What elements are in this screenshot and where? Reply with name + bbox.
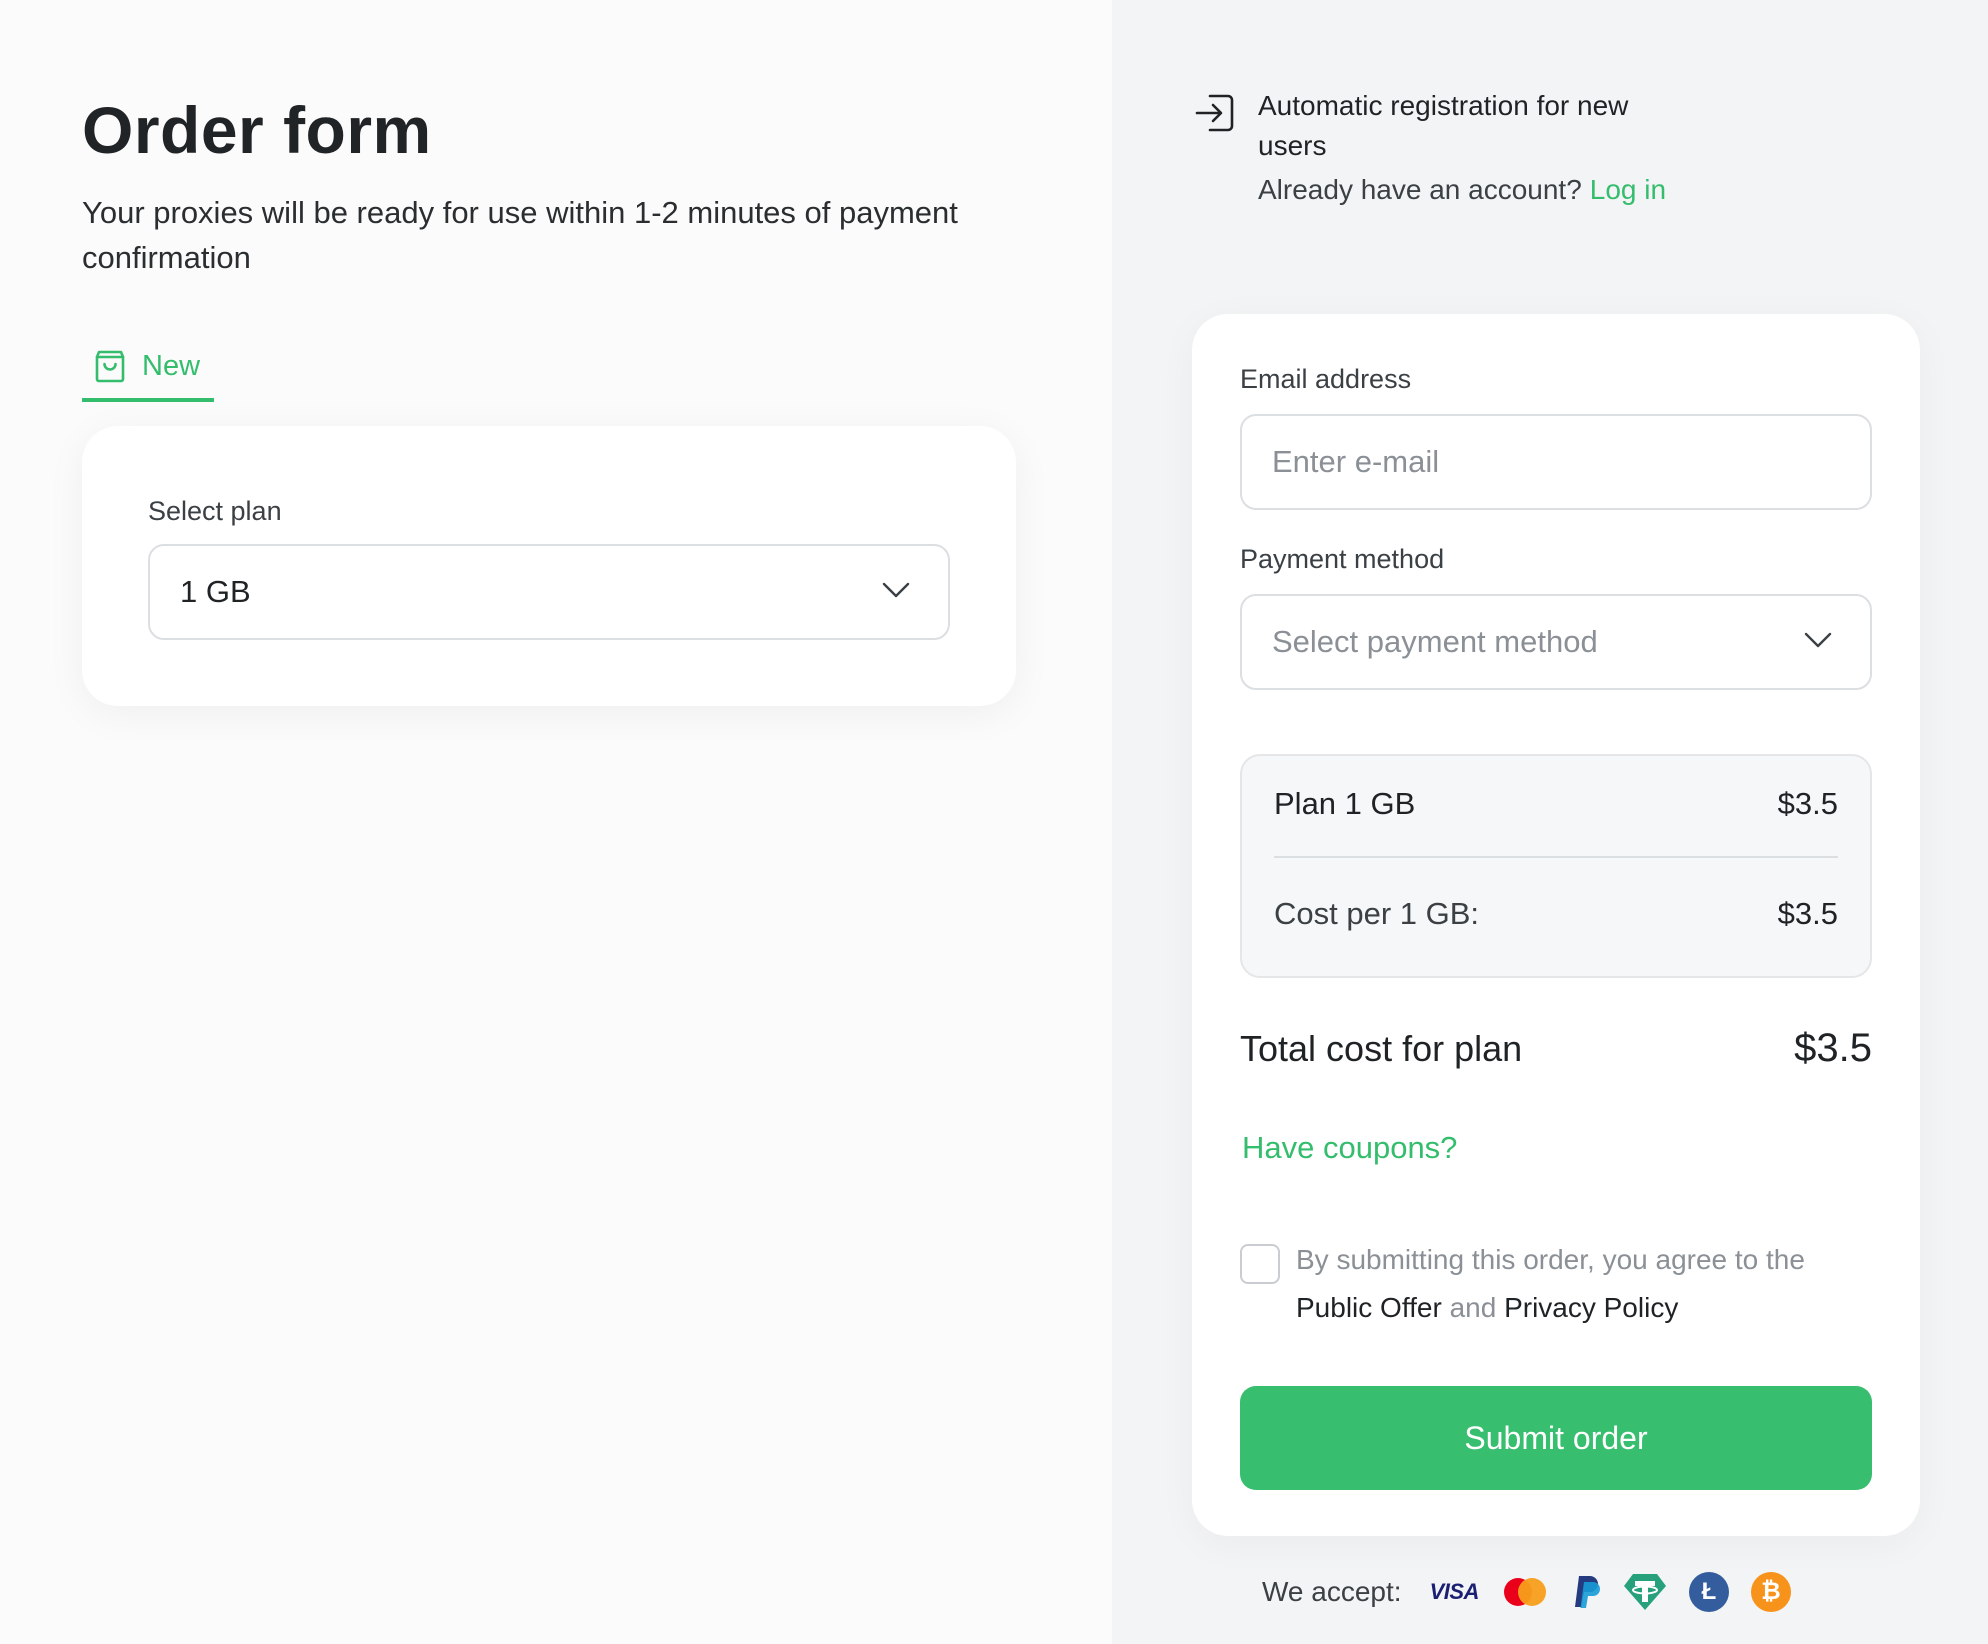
- summary-divider: [1274, 856, 1838, 858]
- paypal-icon: [1574, 1576, 1600, 1608]
- email-input[interactable]: [1240, 414, 1872, 510]
- accept-label: We accept:: [1262, 1576, 1402, 1607]
- checkout-panel: Automatic registration for new users Alr…: [1112, 0, 1988, 1644]
- tab-new[interactable]: New: [82, 344, 214, 402]
- total-cost: Total cost for plan $3.5: [1240, 1026, 1872, 1071]
- email-label: Email address: [1240, 364, 1412, 394]
- submit-order-button[interactable]: Submit order: [1240, 1386, 1872, 1490]
- summary-plan-price: $3.5: [1777, 786, 1838, 821]
- plan-panel: Order form Your proxies will be ready fo…: [0, 0, 1112, 1644]
- litecoin-icon: Ł: [1688, 1572, 1729, 1612]
- chevron-down-icon: [1804, 632, 1832, 648]
- terms-and: and: [1449, 1292, 1497, 1323]
- select-plan-label: Select plan: [148, 496, 282, 526]
- coupons-link[interactable]: Have coupons?: [1242, 1130, 1457, 1166]
- terms-prefix: By submitting this order, you agree to t…: [1296, 1244, 1805, 1275]
- tab-new-label: New: [142, 350, 201, 382]
- total-cost-label: Total cost for plan: [1240, 1028, 1523, 1069]
- terms-checkbox[interactable]: [1240, 1244, 1280, 1284]
- bitcoin-icon: ₿: [1750, 1572, 1791, 1612]
- public-offer-link[interactable]: Public Offer: [1296, 1292, 1442, 1323]
- order-summary: Plan 1 GB $3.5 Cost per 1 GB: $3.5: [1240, 754, 1872, 978]
- accepted-payments: We accept: VISA Ł ₿: [1262, 1572, 1791, 1612]
- registration-text: Automatic registration for new users: [1258, 90, 1629, 161]
- terms-text: By submitting this order, you agree to t…: [1296, 1236, 1856, 1332]
- chevron-down-icon: [882, 582, 910, 598]
- summary-plan-label: Plan 1 GB: [1274, 786, 1416, 821]
- shopping-bag-icon: [95, 350, 125, 383]
- plan-card: Select plan 1 GB: [82, 426, 1016, 706]
- order-card: Email address Payment method Select paym…: [1192, 314, 1920, 1536]
- tether-icon: [1623, 1574, 1666, 1610]
- page-subtitle: Your proxies will be ready for use withi…: [82, 195, 958, 275]
- page-title: Order form: [82, 93, 432, 167]
- summary-plan-row: Plan 1 GB $3.5: [1274, 786, 1838, 822]
- sign-in-icon: [1195, 94, 1234, 132]
- payment-method-select[interactable]: Select payment method: [1240, 594, 1872, 690]
- plan-select-value: 1 GB: [180, 574, 251, 609]
- summary-cost-value: $3.5: [1777, 896, 1838, 931]
- visa-icon: VISA: [1429, 1579, 1480, 1604]
- summary-cost-row: Cost per 1 GB: $3.5: [1274, 896, 1838, 932]
- login-link[interactable]: Log in: [1590, 174, 1666, 205]
- account-prompt: Already have an account? Log in: [1258, 174, 1666, 206]
- total-cost-value: $3.5: [1794, 1026, 1872, 1070]
- account-prompt-text: Already have an account?: [1258, 174, 1582, 205]
- payment-method-placeholder: Select payment method: [1272, 624, 1598, 659]
- payment-method-label: Payment method: [1240, 544, 1445, 574]
- mastercard-icon: [1503, 1578, 1546, 1606]
- plan-select[interactable]: 1 GB: [148, 544, 950, 640]
- privacy-policy-link[interactable]: Privacy Policy: [1504, 1292, 1678, 1323]
- summary-cost-label: Cost per 1 GB:: [1274, 896, 1480, 931]
